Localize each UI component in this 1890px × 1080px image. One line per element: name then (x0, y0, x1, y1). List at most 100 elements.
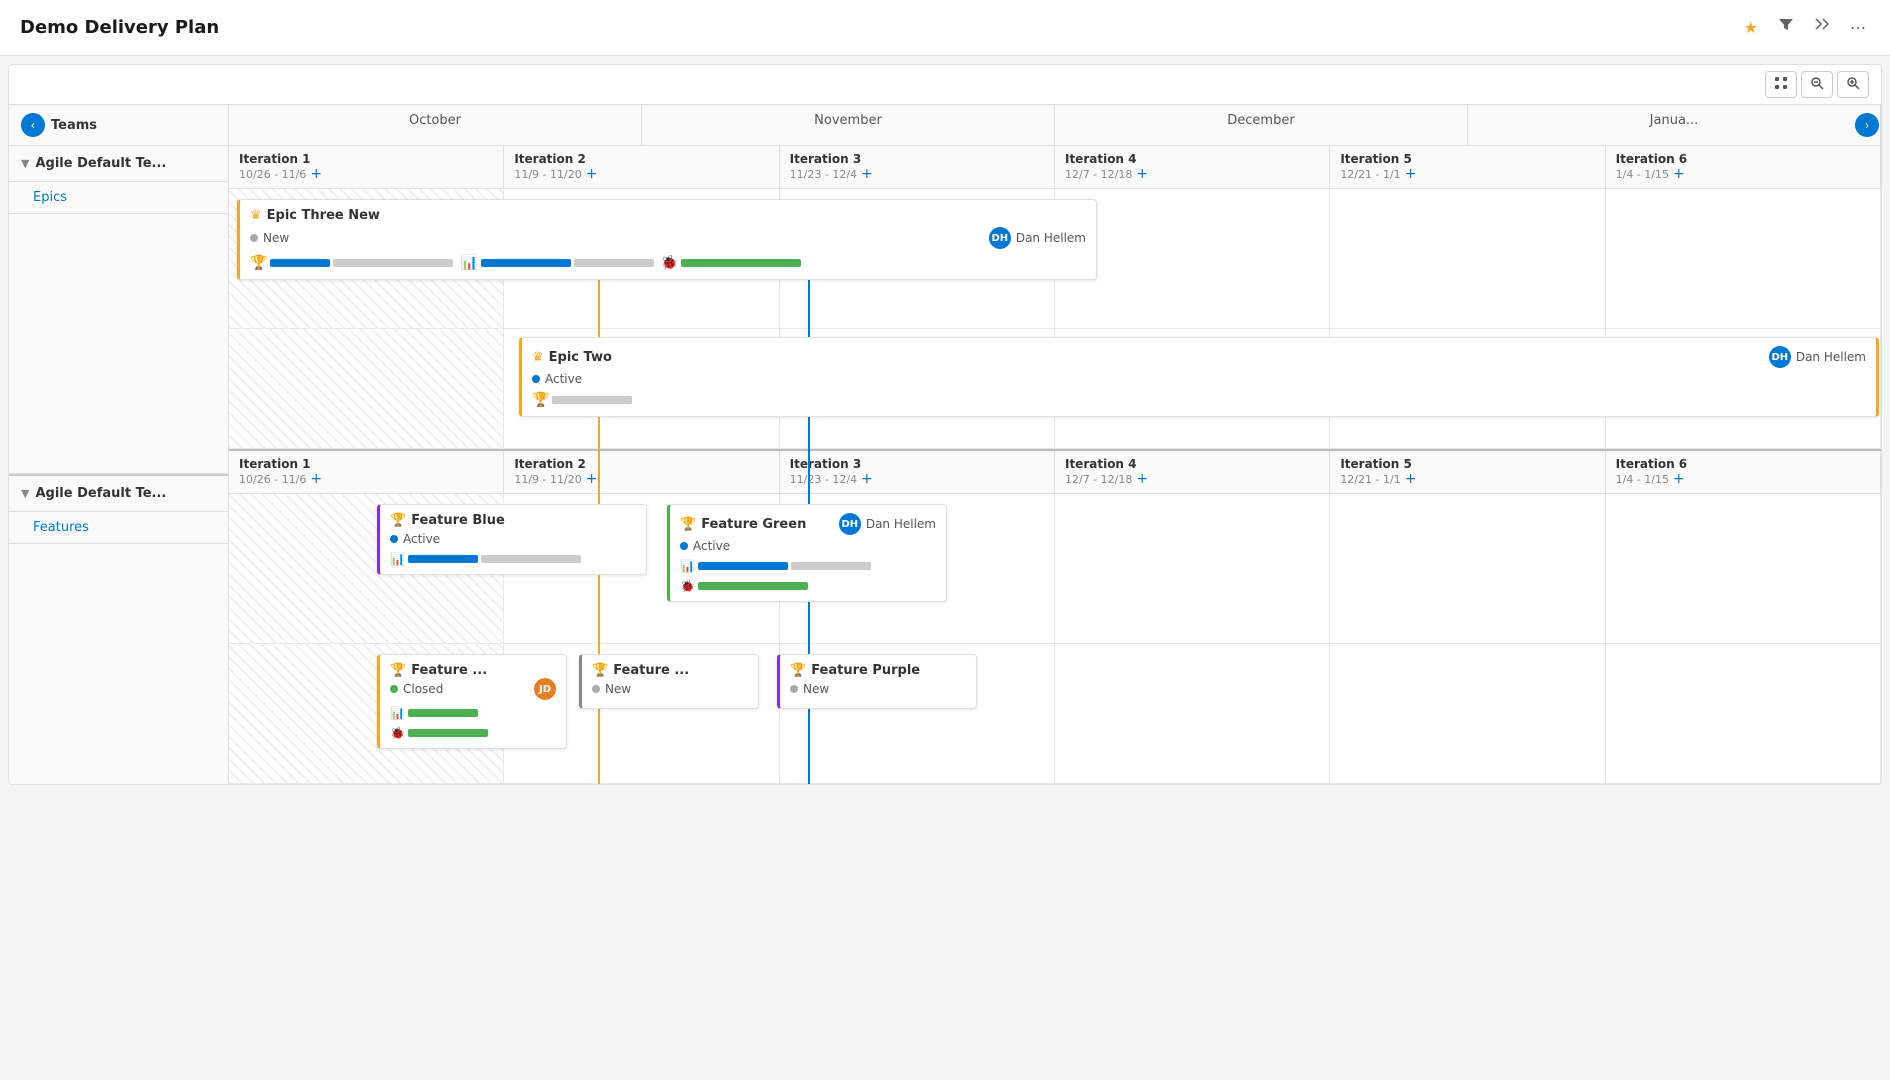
feature-closed-status: Closed (390, 682, 443, 696)
crown-icon-2: ♛ (532, 350, 544, 365)
iter-add-2[interactable]: + (586, 166, 598, 182)
avatar-2: DH (1769, 346, 1791, 368)
feature-purple-card[interactable]: 🏆 Feature Purple New (777, 654, 977, 709)
iter-add-3[interactable]: + (861, 166, 873, 182)
feature-purple-status: New (790, 682, 966, 696)
iter-icon-3: 📊 (680, 559, 695, 573)
main-container: Test today ‹ Teams October November Dece… (8, 64, 1882, 785)
feat2-cell-jan (1606, 644, 1881, 783)
nav-right-button[interactable]: › (1855, 113, 1879, 137)
iterations-row-2: Iteration 1 10/26 - 11/6 + Iteration 2 1… (229, 451, 1881, 494)
feat-bar-gray-2 (791, 562, 871, 570)
epics-link[interactable]: Epics (9, 182, 228, 214)
content-area: ▼ Agile Default Te... Epics ▼ Agile Defa… (9, 146, 1881, 784)
trophy-icon-2: 🏆 (532, 392, 549, 408)
iter-add-5[interactable]: + (1405, 166, 1417, 182)
toolbar (9, 65, 1881, 105)
iter-add-1[interactable]: + (310, 166, 322, 182)
nav-left-button[interactable]: ‹ (21, 113, 45, 137)
zoom-in-button[interactable] (1837, 71, 1869, 98)
timeline-wrapper: Test today ‹ Teams October November Dece… (9, 105, 1881, 784)
features-row-1: 🏆 Feature Blue Active 📊 (229, 494, 1881, 644)
trophy-icon-3: 🏆 (390, 513, 406, 528)
trophy-icon-6: 🏆 (592, 663, 608, 678)
iter2-add-2[interactable]: + (586, 471, 598, 487)
iter2-6: Iteration 6 1/4 - 1/15 + (1606, 451, 1881, 493)
epic-two-row: ♛ Epic Two DH Dan Hellem Active (229, 329, 1881, 449)
epics-spacer (9, 214, 228, 474)
crown-icon-1: ♛ (250, 208, 262, 223)
status-dot-active-3 (680, 542, 688, 550)
team1-name: Agile Default Te... (35, 156, 166, 171)
epic-two-card[interactable]: ♛ Epic Two DH Dan Hellem Active (519, 337, 1879, 417)
feat1-cell-dec1 (1055, 494, 1330, 643)
bar-blue-1 (270, 259, 330, 267)
feature-green-card[interactable]: 🏆 Feature Green DH Dan Hellem Active (667, 504, 947, 602)
more-button[interactable]: ⋯ (1846, 14, 1870, 42)
status-dot-new-3 (790, 685, 798, 693)
feature-new-title: 🏆 Feature ... (592, 663, 748, 678)
bar-green-1 (681, 259, 801, 267)
fit-button[interactable] (1765, 71, 1797, 98)
epic3-assignee: DH Dan Hellem (989, 227, 1086, 249)
teams-col-header: ‹ Teams (9, 105, 229, 145)
epic3-status: New (250, 231, 289, 245)
epic2-status: Active (532, 372, 1866, 386)
feature-blue-bars: 📊 (390, 552, 636, 566)
feature-green-bars: 📊 (680, 559, 936, 573)
team1-section[interactable]: ▼ Agile Default Te... (9, 146, 228, 182)
month-december: December (1055, 105, 1468, 145)
expand-icon-1: ▼ (21, 157, 29, 170)
feature-blue-title: 🏆 Feature Blue (390, 513, 636, 528)
month-header: ‹ Teams October November December Janua.… (9, 105, 1881, 146)
feat-bar-blue-2 (698, 562, 788, 570)
iter2-2: Iteration 2 11/9 - 11/20 + (504, 451, 779, 493)
iter2-add-5[interactable]: + (1405, 471, 1417, 487)
iter1-5: Iteration 5 12/21 - 1/1 + (1330, 146, 1605, 188)
iter-add-4[interactable]: + (1136, 166, 1148, 182)
iter2-add-3[interactable]: + (861, 471, 873, 487)
feat1-cell-jan (1606, 494, 1881, 643)
collapse-button[interactable] (1810, 13, 1834, 42)
epic-three-card[interactable]: ♛ Epic Three New New DH Dan Hellem (237, 199, 1097, 280)
feat1-cell-dec2 (1330, 494, 1605, 643)
iter2-add-6[interactable]: + (1673, 471, 1685, 487)
features-link[interactable]: Features (9, 512, 228, 544)
iter2-3: Iteration 3 11/23 - 12/4 + (780, 451, 1055, 493)
feature-closed-card[interactable]: 🏆 Feature ... Closed JD 📊 (377, 654, 567, 749)
feat2-cell-dec2 (1330, 644, 1605, 783)
zoom-out-button[interactable] (1801, 71, 1833, 98)
epic3-cell-jan (1606, 189, 1881, 328)
epic2-title: ♛ Epic Two (532, 350, 612, 365)
teams-label: Teams (51, 118, 97, 133)
feature-closed-bars-2: 🐞 (390, 726, 556, 740)
top-icons: ★ ⋯ (1740, 13, 1870, 42)
month-january: Janua... (1468, 105, 1881, 145)
bug-icon-1: 🐞 (661, 255, 678, 271)
iter1-2: Iteration 2 11/9 - 11/20 + (504, 146, 779, 188)
feat2-cell-dec1 (1055, 644, 1330, 783)
status-dot-active-1 (532, 375, 540, 383)
iter-add-6[interactable]: + (1673, 166, 1685, 182)
filter-button[interactable] (1774, 13, 1798, 42)
feat-bar-gray-1 (481, 555, 581, 563)
avatar-3: DH (839, 513, 861, 535)
trophy-icon-5: 🏆 (390, 663, 406, 678)
feature-new-card[interactable]: 🏆 Feature ... New (579, 654, 759, 709)
epic2-bars: 🏆 (532, 392, 1866, 408)
feat-bar-green-1 (698, 582, 808, 590)
feature-blue-card[interactable]: 🏆 Feature Blue Active 📊 (377, 504, 647, 575)
epic-three-row: ♛ Epic Three New New DH Dan Hellem (229, 189, 1881, 329)
iter1-4: Iteration 4 12/7 - 12/18 + (1055, 146, 1330, 188)
feature-closed-bars: 📊 (390, 706, 556, 720)
team2-section[interactable]: ▼ Agile Default Te... (9, 474, 228, 512)
avatar-4: JD (534, 678, 556, 700)
bug-icon-3: 🐞 (390, 726, 405, 740)
star-button[interactable]: ★ (1740, 14, 1762, 42)
iter1-6: Iteration 6 1/4 - 1/15 + (1606, 146, 1881, 188)
iter2-add-4[interactable]: + (1136, 471, 1148, 487)
status-dot-active-2 (390, 535, 398, 543)
iter-icon-4: 📊 (390, 706, 405, 720)
grid-area: Iteration 1 10/26 - 11/6 + Iteration 2 1… (229, 146, 1881, 784)
iter2-add-1[interactable]: + (310, 471, 322, 487)
